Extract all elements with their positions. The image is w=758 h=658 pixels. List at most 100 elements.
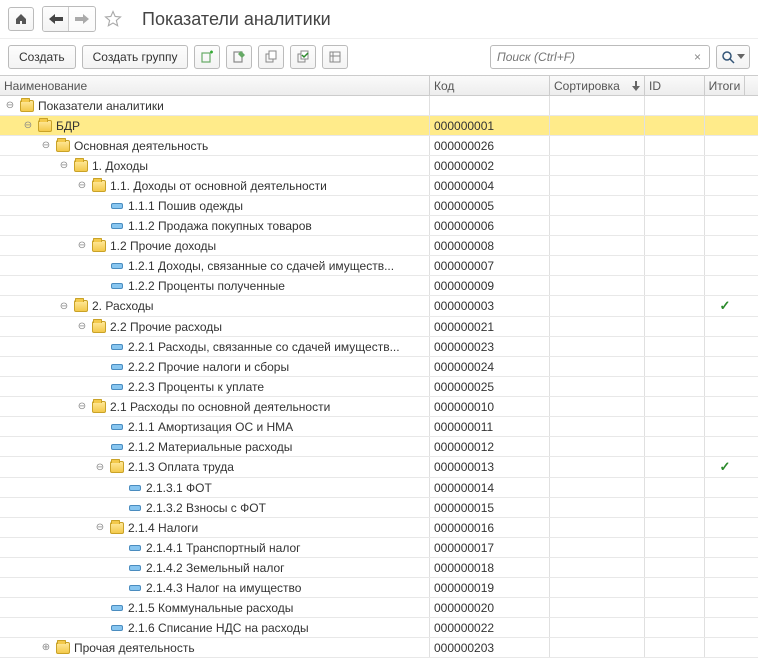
table-row[interactable]: 2.1.4.1 Транспортный налог000000017 bbox=[0, 538, 758, 558]
cell-sort bbox=[550, 457, 645, 477]
cell-totals: ✓ bbox=[705, 296, 745, 316]
collapse-toggle[interactable]: ⊖ bbox=[76, 401, 88, 412]
col-header-sort[interactable]: Сортировка bbox=[550, 76, 645, 95]
favorite-button[interactable] bbox=[104, 10, 128, 28]
create-button[interactable]: Создать bbox=[8, 45, 76, 69]
cell-name: 2.1.2 Материальные расходы bbox=[0, 437, 430, 456]
table-row[interactable]: 2.1.6 Списание НДС на расходы000000022 bbox=[0, 618, 758, 638]
mark-delete-button[interactable] bbox=[258, 45, 284, 69]
table-row[interactable]: 2.1.3.2 Взносы с ФОТ000000015 bbox=[0, 498, 758, 518]
cell-sort bbox=[550, 437, 645, 456]
table-row[interactable]: ⊖2.1.3 Оплата труда000000013✓ bbox=[0, 457, 758, 478]
table-row[interactable]: ⊖Основная деятельность000000026 bbox=[0, 136, 758, 156]
cell-sort bbox=[550, 638, 645, 657]
cell-name: 2.1.4.2 Земельный налог bbox=[0, 558, 430, 577]
cell-id bbox=[645, 397, 705, 416]
table-row[interactable]: 1.2.2 Проценты полученные000000009 bbox=[0, 276, 758, 296]
cell-sort bbox=[550, 136, 645, 155]
col-header-id[interactable]: ID bbox=[645, 76, 705, 95]
table-row[interactable]: 2.1.4.3 Налог на имущество000000019 bbox=[0, 578, 758, 598]
cell-code: 000000018 bbox=[430, 558, 550, 577]
folder-icon bbox=[92, 180, 106, 192]
cell-totals bbox=[705, 498, 745, 517]
table-row[interactable]: 2.2.3 Проценты к уплате000000025 bbox=[0, 377, 758, 397]
cell-name: ⊖ 1.2 Прочие доходы bbox=[0, 236, 430, 255]
search-box[interactable]: × bbox=[490, 45, 710, 69]
table-row[interactable]: 2.1.4.2 Земельный налог000000018 bbox=[0, 558, 758, 578]
table-row[interactable]: 1.1.1 Пошив одежды000000005 bbox=[0, 196, 758, 216]
collapse-toggle[interactable]: ⊖ bbox=[40, 140, 52, 151]
row-name: Основная деятельность bbox=[74, 139, 208, 153]
cell-id bbox=[645, 236, 705, 255]
collapse-toggle[interactable]: ⊖ bbox=[4, 100, 16, 111]
table-row[interactable]: ⊖2.1.4 Налоги000000016 bbox=[0, 518, 758, 538]
table-row[interactable]: 2.1.5 Коммунальные расходы000000020 bbox=[0, 598, 758, 618]
table-row[interactable]: 2.2.1 Расходы, связанные со сдачей имуще… bbox=[0, 337, 758, 357]
edit-button[interactable] bbox=[226, 45, 252, 69]
collapse-toggle[interactable]: ⊖ bbox=[58, 160, 70, 171]
search-dropdown-button[interactable] bbox=[716, 45, 750, 69]
collapse-toggle[interactable]: ⊖ bbox=[76, 321, 88, 332]
cell-totals bbox=[705, 357, 745, 376]
collapse-toggle[interactable]: ⊖ bbox=[22, 120, 34, 131]
row-name: 1.2 Прочие доходы bbox=[110, 239, 216, 253]
table-row[interactable]: 2.1.1 Амортизация ОС и НМА000000011 bbox=[0, 417, 758, 437]
cell-sort bbox=[550, 256, 645, 275]
table-row[interactable]: 1.2.1 Доходы, связанные со сдачей имущес… bbox=[0, 256, 758, 276]
create-group-button[interactable]: Создать группу bbox=[82, 45, 189, 69]
cell-totals bbox=[705, 156, 745, 175]
forward-button[interactable] bbox=[69, 7, 95, 31]
table-row[interactable]: ⊕Прочая деятельность000000203 bbox=[0, 638, 758, 658]
find-button[interactable] bbox=[290, 45, 316, 69]
cell-sort bbox=[550, 337, 645, 356]
back-button[interactable] bbox=[43, 7, 69, 31]
table-row[interactable]: ⊖ 1.2 Прочие доходы 000000008 bbox=[0, 236, 758, 256]
cell-sort bbox=[550, 498, 645, 517]
cell-name: 2.1.5 Коммунальные расходы bbox=[0, 598, 430, 617]
clear-search-button[interactable]: × bbox=[690, 50, 705, 64]
cell-id bbox=[645, 457, 705, 477]
table-row[interactable]: ⊖2.1 Расходы по основной деятельности000… bbox=[0, 397, 758, 417]
row-name: 1.2.1 Доходы, связанные со сдачей имущес… bbox=[128, 259, 394, 273]
cell-totals bbox=[705, 558, 745, 577]
table-row[interactable]: 1.1.2 Продажа покупных товаров000000006 bbox=[0, 216, 758, 236]
expand-toggle[interactable]: ⊕ bbox=[40, 642, 52, 653]
collapse-toggle[interactable]: ⊖ bbox=[94, 462, 106, 473]
copy-button[interactable] bbox=[194, 45, 220, 69]
cell-id bbox=[645, 357, 705, 376]
table-row[interactable]: ⊖1. Доходы000000002 bbox=[0, 156, 758, 176]
col-header-name[interactable]: Наименование bbox=[0, 76, 430, 95]
cell-code: 000000015 bbox=[430, 498, 550, 517]
cell-code: 000000012 bbox=[430, 437, 550, 456]
cell-name: 2.2.1 Расходы, связанные со сдачей имуще… bbox=[0, 337, 430, 356]
cell-name: 1.1.2 Продажа покупных товаров bbox=[0, 216, 430, 235]
mode-button[interactable] bbox=[322, 45, 348, 69]
table-row[interactable]: ⊖2.2 Прочие расходы000000021 bbox=[0, 317, 758, 337]
cell-totals bbox=[705, 96, 745, 115]
col-header-code[interactable]: Код bbox=[430, 76, 550, 95]
collapse-toggle[interactable]: ⊖ bbox=[58, 301, 70, 312]
collapse-toggle[interactable]: ⊖ bbox=[94, 522, 106, 533]
table-row[interactable]: ⊖2. Расходы000000003✓ bbox=[0, 296, 758, 317]
cell-id bbox=[645, 116, 705, 135]
home-button[interactable] bbox=[8, 7, 34, 31]
table-row[interactable]: 2.1.3.1 ФОТ000000014 bbox=[0, 478, 758, 498]
collapse-toggle[interactable]: ⊖ bbox=[76, 240, 88, 251]
cell-sort bbox=[550, 216, 645, 235]
folder-icon bbox=[110, 522, 124, 534]
col-header-totals[interactable]: Итоги bbox=[705, 76, 745, 95]
folder-icon bbox=[92, 240, 106, 252]
cell-code: 000000008 bbox=[430, 236, 550, 255]
arrow-left-icon bbox=[49, 14, 63, 24]
cell-sort bbox=[550, 236, 645, 255]
chevron-down-icon bbox=[737, 54, 745, 60]
table-row[interactable]: ⊖БДР000000001 bbox=[0, 116, 758, 136]
cell-name: 2.1.3.1 ФОТ bbox=[0, 478, 430, 497]
table-row[interactable]: ⊖Показатели аналитики bbox=[0, 96, 758, 116]
collapse-toggle[interactable]: ⊖ bbox=[76, 180, 88, 191]
table-row[interactable]: 2.2.2 Прочие налоги и сборы000000024 bbox=[0, 357, 758, 377]
table-row[interactable]: ⊖1.1. Доходы от основной деятельности000… bbox=[0, 176, 758, 196]
table-row[interactable]: 2.1.2 Материальные расходы000000012 bbox=[0, 437, 758, 457]
cell-name: 1.2.2 Проценты полученные bbox=[0, 276, 430, 295]
search-input[interactable] bbox=[495, 49, 690, 65]
